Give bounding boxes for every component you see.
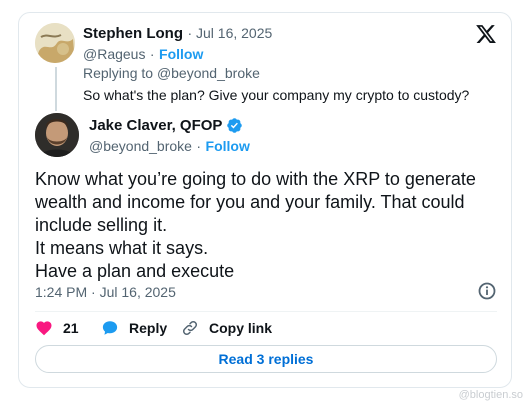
parent-author-handle[interactable]: @Rageus bbox=[83, 46, 145, 62]
read-replies-label: Read 3 replies bbox=[218, 351, 314, 367]
thread-connector-line bbox=[55, 67, 57, 111]
embedded-tweet-card: Stephen Long · Jul 16, 2025 @Rageus · Fo… bbox=[18, 12, 512, 388]
verified-badge-icon bbox=[226, 117, 243, 134]
info-icon[interactable] bbox=[477, 281, 497, 301]
like-count: 21 bbox=[63, 320, 79, 336]
separator: · bbox=[149, 46, 155, 62]
tweet-body-line: include selling it. bbox=[35, 215, 168, 235]
reply-button[interactable]: Reply bbox=[101, 319, 167, 337]
divider bbox=[35, 311, 497, 312]
tweet-body-line: wealth and income for you and your famil… bbox=[35, 192, 465, 212]
follow-button[interactable]: Follow bbox=[206, 138, 250, 154]
author-name[interactable]: Jake Claver, QFOP bbox=[89, 117, 222, 134]
x-logo-icon[interactable] bbox=[475, 23, 497, 45]
replying-to-line: Replying to @beyond_broke bbox=[83, 65, 260, 81]
heart-icon bbox=[35, 319, 63, 337]
watermark: @blogtien.so bbox=[458, 389, 523, 401]
author-avatar[interactable] bbox=[35, 113, 79, 157]
reply-label: Reply bbox=[129, 320, 168, 336]
parent-follow-button[interactable]: Follow bbox=[159, 46, 203, 62]
replying-to-handle[interactable]: @beyond_broke bbox=[157, 65, 260, 81]
tweet-body-line: Have a plan and execute bbox=[35, 261, 235, 281]
copy-link-label: Copy link bbox=[209, 320, 273, 336]
link-icon bbox=[181, 319, 209, 337]
copy-link-button[interactable]: Copy link bbox=[181, 319, 272, 337]
read-replies-button[interactable]: Read 3 replies bbox=[35, 345, 497, 373]
parent-author-avatar[interactable] bbox=[35, 23, 75, 63]
tweet-body-line: Know what you’re going to do with the XR… bbox=[35, 169, 476, 189]
like-button[interactable]: 21 bbox=[35, 319, 79, 337]
reply-bubble-icon bbox=[101, 319, 129, 337]
separator: · bbox=[196, 138, 202, 154]
tweet-body-line: It means what it says. bbox=[35, 238, 209, 258]
parent-tweet-text: So what's the plan? Give your company my… bbox=[83, 87, 470, 103]
parent-author-name[interactable]: Stephen Long bbox=[83, 25, 183, 42]
tweet-timestamp[interactable]: 1:24 PM · Jul 16, 2025 bbox=[35, 284, 176, 300]
parent-date[interactable]: · Jul 16, 2025 bbox=[187, 25, 272, 41]
tweet-body: Know what you’re going to do with the XR… bbox=[35, 168, 476, 283]
replying-to-prefix: Replying to bbox=[83, 65, 157, 81]
author-handle[interactable]: @beyond_broke bbox=[89, 138, 192, 154]
